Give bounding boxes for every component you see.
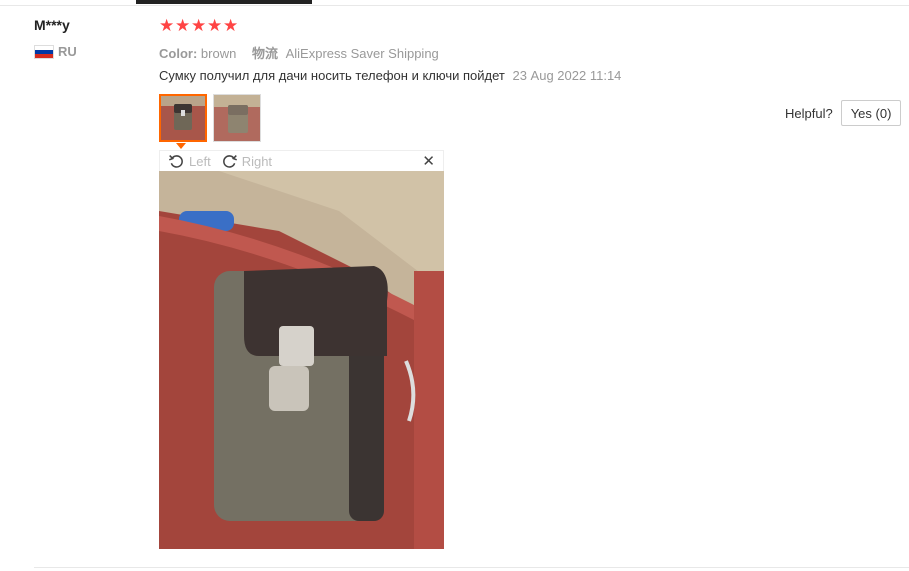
- russia-flag-icon: [34, 44, 54, 59]
- star-icon: ★: [175, 16, 191, 35]
- helpful-yes-button[interactable]: Yes (0): [840, 100, 902, 126]
- color-label: Color:: [159, 46, 198, 61]
- rotate-left-button[interactable]: Left: [168, 153, 211, 170]
- photo-viewer-toolbar: Left Right ✕: [159, 150, 444, 171]
- review-date: 23 Aug 2022 11:14: [512, 68, 622, 83]
- star-icon: ★: [207, 16, 223, 35]
- active-tab-indicator: [136, 0, 312, 4]
- photo-thumbnails: [159, 94, 261, 142]
- star-icon: ★: [159, 16, 175, 35]
- star-icon: ★: [191, 16, 207, 35]
- helpful-label: Helpful?: [785, 105, 833, 121]
- reviewer-name: M***y: [34, 17, 70, 33]
- shipping-value: AliExpress Saver Shipping: [285, 46, 439, 61]
- photo-thumbnail-1[interactable]: [159, 94, 207, 142]
- review-text: Сумку получил для дачи носить телефон и …: [159, 68, 505, 83]
- country-code: RU: [58, 44, 77, 59]
- review-photo: [159, 171, 444, 549]
- shipping-label: 物流: [251, 46, 278, 61]
- rotate-left-label: Left: [189, 153, 211, 169]
- rating-stars: ★ ★ ★ ★ ★: [159, 16, 239, 35]
- top-divider: [0, 5, 909, 6]
- photo-thumbnail-2[interactable]: [213, 94, 261, 142]
- review-body: Сумку получил для дачи носить телефон и …: [159, 68, 621, 83]
- photo-viewer: Left Right ✕: [159, 150, 444, 549]
- color-value: brown: [200, 46, 237, 61]
- rotate-right-button[interactable]: Right: [221, 153, 272, 170]
- selected-thumbnail-pointer: [176, 143, 186, 149]
- bottom-divider: [34, 567, 909, 568]
- reviewer-country: RU: [34, 44, 77, 59]
- helpful-section: Helpful? Yes (0): [785, 100, 902, 126]
- review-attributes: Color: brown 物流 AliExpress Saver Shippin…: [159, 43, 439, 62]
- rotate-right-icon: [222, 154, 237, 168]
- rotate-right-label: Right: [241, 153, 273, 169]
- star-icon: ★: [223, 16, 239, 35]
- close-viewer-icon[interactable]: ✕: [422, 152, 435, 170]
- rotate-left-icon: [169, 154, 183, 168]
